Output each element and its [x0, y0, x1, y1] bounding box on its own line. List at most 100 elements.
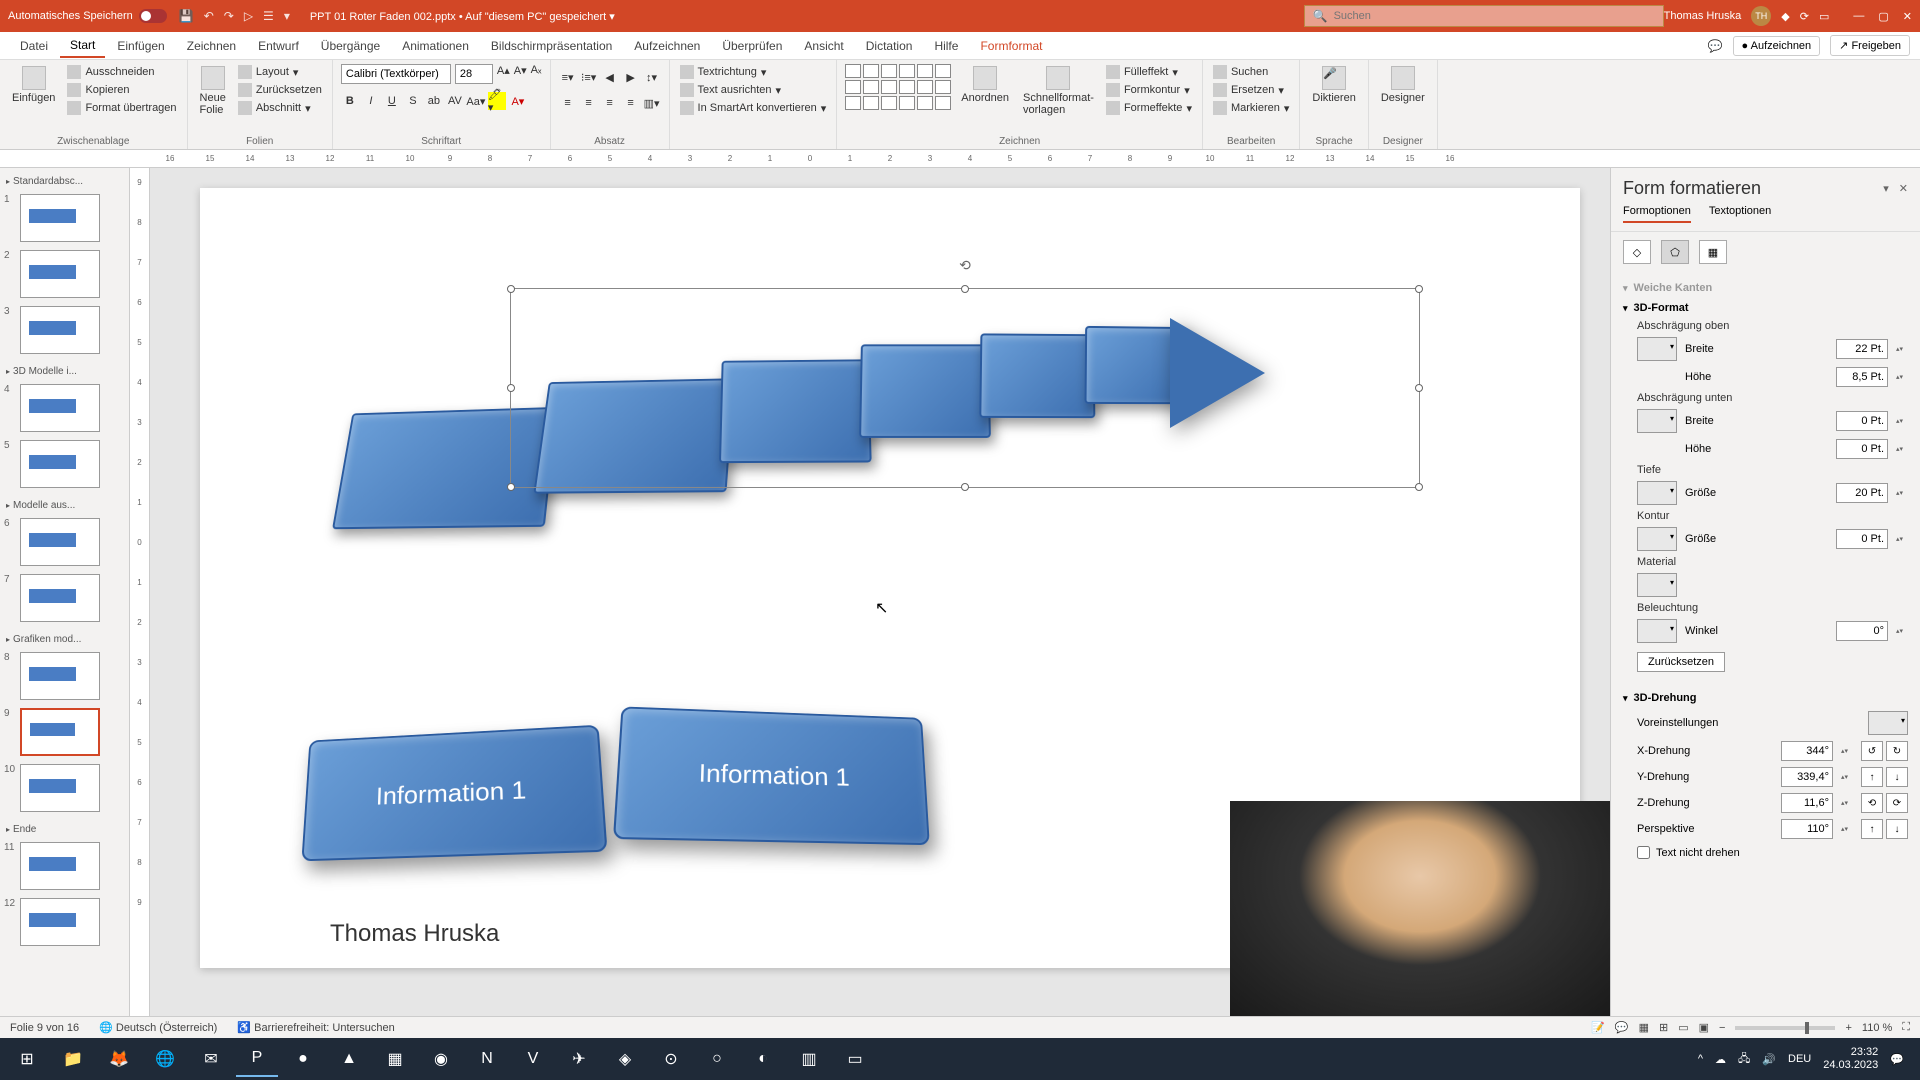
rotate-up-icon[interactable]: ↑	[1861, 767, 1883, 787]
effects-icon[interactable]: ⬠	[1661, 240, 1689, 264]
bullets-icon[interactable]: ≡▾	[559, 68, 577, 86]
spinner[interactable]: ▴▾	[1896, 489, 1908, 497]
slide-count[interactable]: Folie 9 von 16	[10, 1022, 79, 1034]
bevel-top-width[interactable]	[1836, 339, 1888, 359]
thumbnail-7[interactable]	[20, 574, 100, 622]
tab-text-options[interactable]: Textoptionen	[1709, 205, 1771, 223]
undo-icon[interactable]: ↶	[204, 9, 214, 23]
bevel-bottom-height[interactable]	[1836, 439, 1888, 459]
section-header[interactable]: 3D Modelle i...	[4, 362, 125, 381]
rotate-cw-icon[interactable]: ⟳	[1886, 793, 1908, 813]
tab-help[interactable]: Hilfe	[924, 35, 968, 57]
rotation-presets-picker[interactable]	[1868, 711, 1908, 735]
align-right-icon[interactable]: ≡	[601, 94, 619, 112]
spinner[interactable]: ▴▾	[1841, 747, 1853, 755]
qat-more-icon[interactable]: ▾	[284, 9, 290, 23]
thumbnail-11[interactable]	[20, 842, 100, 890]
chrome-icon[interactable]: 🌐	[144, 1041, 186, 1077]
minimize-button[interactable]: —	[1853, 10, 1864, 23]
telegram-icon[interactable]: ✈	[558, 1041, 600, 1077]
app-icon[interactable]: ⊙	[650, 1041, 692, 1077]
redo-icon[interactable]: ↷	[224, 9, 234, 23]
new-slide-button[interactable]: Neue Folie	[196, 64, 230, 118]
bevel-bottom-picker[interactable]	[1637, 409, 1677, 433]
info-box-2[interactable]: Information 1	[613, 706, 930, 845]
perspective[interactable]	[1781, 819, 1833, 839]
y-rotation[interactable]	[1781, 767, 1833, 787]
tab-insert[interactable]: Einfügen	[107, 35, 174, 57]
tab-transitions[interactable]: Übergänge	[311, 35, 390, 57]
start-button[interactable]: ⊞	[6, 1041, 48, 1077]
columns-icon[interactable]: ▥▾	[643, 94, 661, 112]
lighting-angle[interactable]	[1836, 621, 1888, 641]
user-avatar[interactable]: TH	[1751, 6, 1771, 26]
view-slideshow-icon[interactable]: ▣	[1699, 1021, 1709, 1034]
fit-window-icon[interactable]: ⛶	[1902, 1021, 1910, 1034]
zoom-level[interactable]: 110 %	[1862, 1022, 1892, 1034]
size-props-icon[interactable]: ▦	[1699, 240, 1727, 264]
sync-icon[interactable]: ⟳	[1800, 10, 1809, 23]
material-picker[interactable]	[1637, 573, 1677, 597]
vscode-icon[interactable]: V	[512, 1041, 554, 1077]
format-painter-button[interactable]: Format übertragen	[65, 100, 178, 116]
spinner[interactable]: ▴▾	[1841, 799, 1853, 807]
spinner[interactable]: ▴▾	[1896, 345, 1908, 353]
numbering-icon[interactable]: ⁝≡▾	[580, 68, 598, 86]
grow-font-icon[interactable]: A▴	[497, 64, 510, 84]
info-box-1[interactable]: Information 1	[301, 725, 607, 862]
pane-close-icon[interactable]: ✕	[1899, 182, 1908, 195]
find-button[interactable]: Suchen	[1211, 64, 1291, 80]
rotate-right-icon[interactable]: ↻	[1886, 741, 1908, 761]
tab-review[interactable]: Überprüfen	[712, 35, 792, 57]
window-mode-icon[interactable]: ▭	[1819, 10, 1829, 23]
spinner[interactable]: ▴▾	[1896, 535, 1908, 543]
resize-handle-e[interactable]	[1415, 384, 1423, 392]
tab-home[interactable]: Start	[60, 34, 105, 58]
spinner[interactable]: ▴▾	[1841, 773, 1853, 781]
onedrive-icon[interactable]: ☁	[1715, 1053, 1726, 1066]
app-icon[interactable]: ▭	[834, 1041, 876, 1077]
resize-handle-se[interactable]	[1415, 483, 1423, 491]
touch-mode-icon[interactable]: ☰	[263, 9, 274, 23]
align-left-icon[interactable]: ≡	[559, 94, 577, 112]
app-icon[interactable]: ▲	[328, 1041, 370, 1077]
view-normal-icon[interactable]: ▦	[1639, 1021, 1649, 1034]
maximize-button[interactable]: ▢	[1878, 10, 1888, 23]
dec-indent-icon[interactable]: ◀	[601, 68, 619, 86]
record-button[interactable]: ● Aufzeichnen	[1733, 36, 1821, 56]
slide-thumbnails[interactable]: Standardabsc... 1 2 3 3D Modelle i... 4 …	[0, 168, 130, 1016]
spinner[interactable]: ▴▾	[1896, 373, 1908, 381]
tab-dictation[interactable]: Dictation	[856, 35, 923, 57]
tab-animations[interactable]: Animationen	[392, 35, 479, 57]
depth-size[interactable]	[1836, 483, 1888, 503]
selection-box[interactable]: ⟲	[510, 288, 1420, 488]
spinner[interactable]: ▴▾	[1896, 627, 1908, 635]
tab-design[interactable]: Entwurf	[248, 35, 309, 57]
user-name[interactable]: Thomas Hruska	[1664, 10, 1742, 22]
pane-options-icon[interactable]: ▾	[1883, 182, 1889, 195]
bold-button[interactable]: B	[341, 92, 359, 110]
paste-button[interactable]: Einfügen	[8, 64, 59, 106]
resize-handle-ne[interactable]	[1415, 285, 1423, 293]
notifications-icon[interactable]: 💬	[1890, 1053, 1904, 1066]
save-icon[interactable]: 💾	[179, 9, 194, 23]
arrange-button[interactable]: Anordnen	[957, 64, 1013, 106]
thumbnail-2[interactable]	[20, 250, 100, 298]
app-icon[interactable]: ▥	[788, 1041, 830, 1077]
cut-button[interactable]: Ausschneiden	[65, 64, 178, 80]
persp-wide-icon[interactable]: ↓	[1886, 819, 1908, 839]
tab-shape-options[interactable]: Formoptionen	[1623, 205, 1691, 223]
search-box[interactable]: 🔍	[1304, 5, 1664, 27]
app-icon[interactable]: ○	[696, 1041, 738, 1077]
tray-expand-icon[interactable]: ^	[1698, 1053, 1703, 1065]
bevel-top-height[interactable]	[1836, 367, 1888, 387]
document-title[interactable]: PPT 01 Roter Faden 002.pptx • Auf "diese…	[310, 10, 1304, 23]
coming-soon-icon[interactable]: ◆	[1781, 10, 1789, 23]
thumbnail-3[interactable]	[20, 306, 100, 354]
language-status[interactable]: 🌐 Deutsch (Österreich)	[99, 1021, 217, 1034]
select-button[interactable]: Markieren ▾	[1211, 100, 1291, 116]
thumbnail-5[interactable]	[20, 440, 100, 488]
zoom-slider[interactable]	[1735, 1026, 1835, 1030]
vertical-ruler[interactable]: 9876543210123456789	[130, 168, 150, 1016]
replace-button[interactable]: Ersetzen ▾	[1211, 82, 1291, 98]
